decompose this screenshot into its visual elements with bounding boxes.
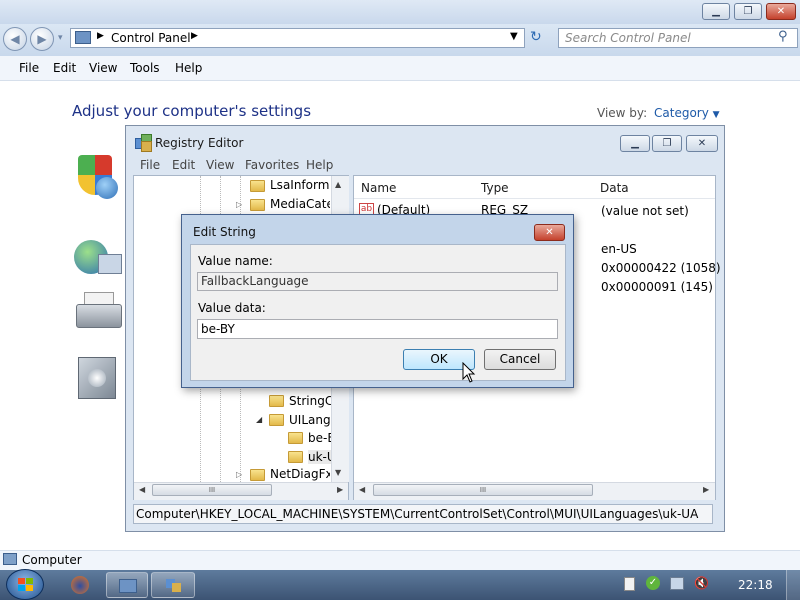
value-row-data: 0x00000091 (145) [601, 280, 713, 294]
menu-edit[interactable]: Edit [53, 61, 76, 75]
firefox-icon[interactable] [71, 576, 89, 594]
refresh-icon[interactable]: ↻ [530, 29, 542, 45]
value-row-data: 0x00000422 (1058) [601, 261, 721, 275]
breadcrumb-separator-icon[interactable]: ▶ [97, 31, 104, 41]
scroll-up-arrow-icon[interactable]: ▲ [335, 180, 341, 189]
security-check-icon[interactable]: ✓ [646, 576, 660, 590]
value-row-default-data: (value not set) [601, 204, 689, 218]
tree-item-be-by[interactable]: be-E [308, 431, 331, 445]
folder-icon [250, 180, 265, 192]
cancel-button[interactable]: Cancel [484, 349, 556, 370]
value-name-label: Value name: [198, 254, 273, 268]
search-icon[interactable]: ⚲ [778, 29, 788, 44]
address-dropdown-icon[interactable]: ▼ [510, 31, 518, 42]
recent-pages-arrow-icon[interactable]: ▾ [58, 33, 63, 43]
scroll-down-arrow-icon[interactable]: ▼ [335, 468, 341, 477]
scroll-right-arrow-icon[interactable]: ▶ [703, 485, 709, 494]
regedit-menu-view[interactable]: View [206, 158, 234, 172]
chevron-down-icon[interactable]: ▼ [713, 110, 720, 120]
explorer-status-bar [0, 550, 800, 571]
expand-arrow-icon[interactable]: ▷ [236, 200, 242, 209]
security-shield-icon[interactable] [76, 155, 118, 201]
breadcrumb-child-arrow-icon[interactable]: ▶ [191, 31, 198, 41]
taskbar-clock[interactable]: 22:18 [738, 578, 773, 592]
scroll-thumb[interactable]: III [373, 484, 593, 496]
tree-item-mediacategories[interactable]: MediaCateg [270, 197, 330, 211]
scroll-right-arrow-icon[interactable]: ▶ [337, 485, 343, 494]
column-header-data[interactable]: Data [600, 181, 629, 195]
close-button[interactable]: ✕ [766, 3, 796, 20]
regedit-menu-edit[interactable]: Edit [172, 158, 195, 172]
expand-arrow-icon[interactable]: ▷ [236, 470, 242, 479]
registry-status-path: Computer\HKEY_LOCAL_MACHINE\SYSTEM\Curre… [133, 504, 713, 524]
printer-icon[interactable] [74, 292, 122, 334]
value-data-input[interactable]: be-BY [197, 319, 558, 339]
regedit-minimize-button[interactable]: ▁ [620, 135, 650, 152]
folder-icon [288, 451, 303, 463]
scroll-thumb[interactable]: III [152, 484, 272, 496]
view-by-label: View by: [597, 106, 648, 120]
tree-item-uilanguages[interactable]: UILangu [289, 413, 331, 427]
scroll-left-arrow-icon[interactable]: ◀ [139, 485, 145, 494]
computer-icon [3, 553, 17, 565]
menu-file[interactable]: File [19, 61, 39, 75]
forward-button[interactable]: ▶ [30, 27, 54, 51]
minimize-button[interactable]: ▁ [702, 3, 730, 20]
explorer-menu-bar: File Edit View Tools Help [0, 56, 800, 81]
tree-item-uk-ua[interactable]: uk-U [308, 450, 331, 464]
page-title: Adjust your computer's settings [72, 102, 312, 120]
folder-icon [269, 395, 284, 407]
registry-editor-icon [135, 134, 152, 152]
menu-tools[interactable]: Tools [130, 61, 160, 75]
folder-icon [288, 432, 303, 444]
control-panel-icon [119, 579, 137, 593]
dialog-close-button[interactable]: ✕ [534, 224, 565, 241]
mouse-cursor-icon [462, 362, 476, 383]
control-panel-icon [75, 31, 91, 44]
back-button[interactable]: ◀ [3, 27, 27, 51]
programs-box-icon[interactable] [76, 355, 118, 399]
collapse-arrow-icon[interactable]: ◢ [256, 415, 262, 424]
regedit-menu-file[interactable]: File [140, 158, 160, 172]
start-button[interactable] [6, 569, 44, 600]
maximize-button[interactable]: ❐ [734, 3, 762, 20]
tree-item-lsainformation[interactable]: LsaInforma [270, 178, 330, 192]
action-center-flag-icon[interactable] [624, 577, 635, 591]
folder-icon [250, 469, 265, 481]
tree-item-stringcache[interactable]: StringC [289, 394, 331, 408]
value-row-data: en-US [601, 242, 637, 256]
volume-muted-icon[interactable]: 🔇 [694, 576, 709, 590]
column-header-type[interactable]: Type [481, 181, 509, 195]
menu-help[interactable]: Help [175, 61, 202, 75]
regedit-close-button[interactable]: ✕ [686, 135, 718, 152]
menu-view[interactable]: View [89, 61, 117, 75]
tree-item-netdiagfx[interactable]: NetDiagFx [270, 467, 330, 481]
column-header-name[interactable]: Name [361, 181, 396, 195]
regedit-maximize-button[interactable]: ❐ [652, 135, 682, 152]
registry-editor-title: Registry Editor [155, 136, 244, 150]
view-by-value[interactable]: Category [654, 106, 709, 120]
value-data-label: Value data: [198, 301, 266, 315]
folder-open-icon [269, 414, 284, 426]
view-by-dropdown[interactable]: Category ▼ [654, 106, 720, 120]
dialog-title: Edit String [193, 225, 256, 239]
regedit-menu-help[interactable]: Help [306, 158, 333, 172]
explorer-title-bar [0, 0, 800, 24]
taskbar-registry-editor-button[interactable] [151, 572, 195, 598]
status-text: Computer [22, 553, 82, 567]
folder-icon [250, 199, 265, 211]
search-placeholder: Search Control Panel [565, 31, 691, 45]
value-name-field: FallbackLanguage [197, 272, 558, 291]
breadcrumb-control-panel[interactable]: Control Panel [111, 31, 191, 45]
regedit-menu-favorites[interactable]: Favorites [245, 158, 299, 172]
show-desktop-button[interactable] [786, 570, 800, 600]
network-globe-icon[interactable] [74, 240, 122, 282]
column-header-row [354, 176, 715, 199]
network-icon[interactable] [670, 577, 684, 590]
taskbar-control-panel-button[interactable] [106, 572, 148, 598]
scroll-left-arrow-icon[interactable]: ◀ [359, 485, 365, 494]
